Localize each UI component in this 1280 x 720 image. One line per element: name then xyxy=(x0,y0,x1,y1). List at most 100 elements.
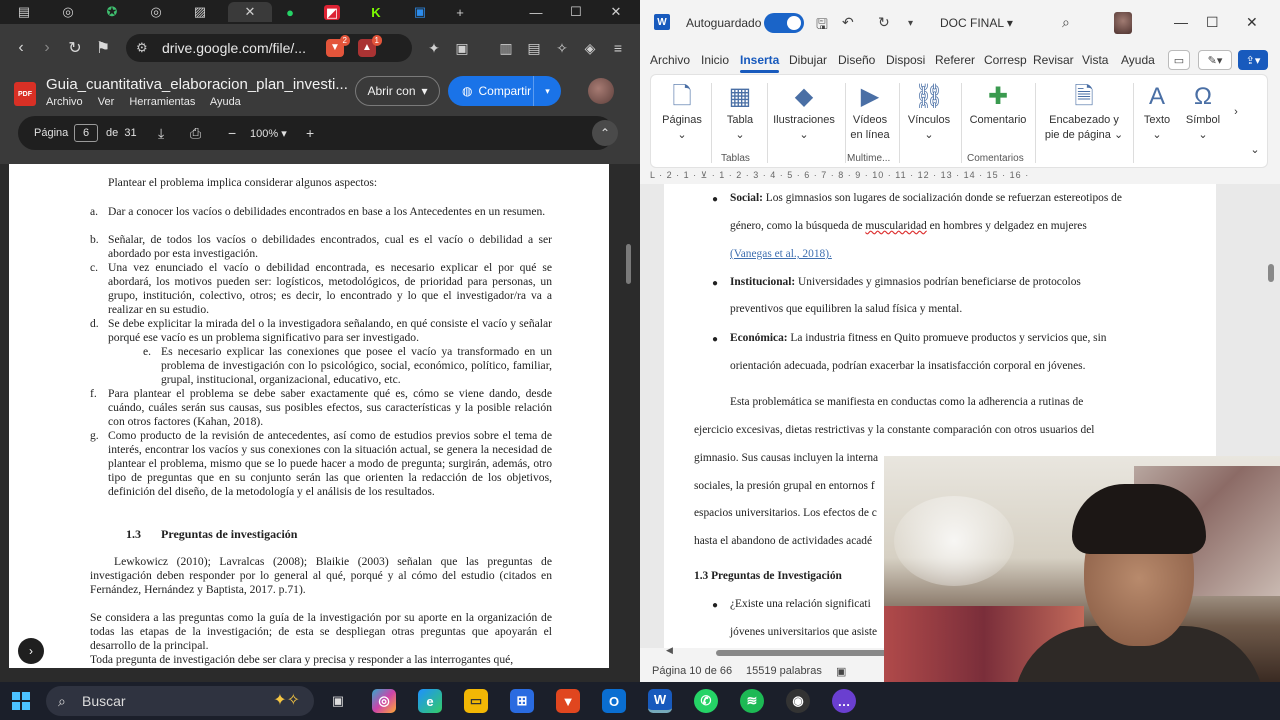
comments-icon[interactable]: ▭ xyxy=(1168,50,1190,70)
edge-icon[interactable]: e xyxy=(418,689,442,713)
windows-start-icon[interactable] xyxy=(12,692,30,710)
reload-icon[interactable]: ↻ xyxy=(64,37,86,59)
close-window-button[interactable]: ✕ xyxy=(1246,14,1258,31)
task-view-icon[interactable]: ▣ xyxy=(326,689,350,713)
address-bar[interactable]: ⚙ drive.google.com/file/... ▼ 2 ▲ 1 xyxy=(126,34,412,62)
rewards-icon[interactable]: ▲ 1 xyxy=(358,35,382,57)
search-icon[interactable]: ⌕ xyxy=(1062,14,1070,31)
user-avatar[interactable] xyxy=(588,78,614,104)
tab-archivo[interactable]: Archivo xyxy=(650,53,690,67)
open-with-button[interactable]: Abrir con ▾ xyxy=(355,76,440,106)
zoom-out-icon[interactable]: − xyxy=(228,125,236,141)
sidebar-icon[interactable]: ▥ xyxy=(496,38,516,58)
links-button[interactable]: ⛓ Vínculos ⌄ xyxy=(903,79,955,143)
tab-icon-1[interactable]: ▤ xyxy=(2,2,46,22)
menu-herramientas[interactable]: Herramientas xyxy=(129,96,195,108)
minimize-button[interactable]: — xyxy=(516,2,556,22)
tab-correspondencia[interactable]: Corresp xyxy=(984,53,1027,67)
page-count[interactable]: Página 10 de 66 xyxy=(652,665,732,677)
tab-disposicion[interactable]: Disposi xyxy=(886,53,925,67)
pdf-content-area[interactable]: Plantear el problema implica considerar … xyxy=(0,164,640,682)
undo-icon[interactable]: ↶ xyxy=(842,14,854,31)
tab-dibujar[interactable]: Dibujar xyxy=(789,53,827,67)
menu-icon[interactable]: ≡ xyxy=(608,38,628,58)
share-dropdown-icon[interactable]: ▾ xyxy=(533,76,561,106)
vertical-scrollbar[interactable] xyxy=(1268,264,1274,282)
tab-ayuda[interactable]: Ayuda xyxy=(1121,53,1155,67)
menu-archivo[interactable]: Archivo xyxy=(46,96,83,108)
tab-diseno[interactable]: Diseño xyxy=(838,53,875,67)
expand-arrow-icon[interactable]: › xyxy=(18,638,44,664)
pdf-scrollbar[interactable] xyxy=(626,244,631,284)
proofing-icon[interactable]: ▣ xyxy=(836,665,846,678)
download-icon[interactable]: ⤓ xyxy=(158,125,164,142)
zoom-in-icon[interactable]: + xyxy=(306,125,314,141)
tab-icon-8[interactable]: ◩ xyxy=(324,5,340,20)
spelling-error[interactable]: muscularidad xyxy=(865,220,926,232)
tab-icon-10[interactable]: ▣ xyxy=(398,2,442,22)
maximize-button[interactable]: ☐ xyxy=(1206,14,1219,31)
forward-icon[interactable]: › xyxy=(36,37,58,59)
share-icon[interactable]: ⇪▾ xyxy=(1238,50,1268,70)
taskbar-search[interactable]: ⌕ Buscar ✦✧ xyxy=(46,686,314,716)
new-tab-button[interactable]: + xyxy=(438,2,482,22)
zoom-level[interactable]: 100% ▾ xyxy=(250,127,287,140)
share-button[interactable]: ◍ Compartir ▾ xyxy=(448,76,561,106)
chat-app-icon[interactable]: … xyxy=(832,689,856,713)
wallet-icon[interactable]: ▤ xyxy=(524,38,544,58)
tab-icon-5[interactable]: ▨ xyxy=(178,2,222,22)
header-footer-button[interactable]: 🗎 Encabezado y pie de página ⌄ xyxy=(1039,79,1129,143)
extensions-icon[interactable]: ✦ xyxy=(424,38,444,58)
site-settings-icon[interactable]: ⚙ xyxy=(136,34,148,62)
tab-inserta[interactable]: Inserta xyxy=(740,53,780,73)
minimize-button[interactable]: — xyxy=(1174,14,1188,30)
editing-mode-icon[interactable]: ✎▾ xyxy=(1198,50,1232,70)
tab-icon-k[interactable]: K xyxy=(354,2,398,22)
brave-shield-icon[interactable]: ▼ 2 xyxy=(326,35,350,57)
ribbon-scroll-right-icon[interactable]: › xyxy=(1229,105,1243,120)
citation-link[interactable]: (Vanegas et al., 2018). xyxy=(730,248,832,260)
horizontal-ruler[interactable]: L · 2 · 1 · ⊻ · 1 · 2 · 3 · 4 · 5 · 6 · … xyxy=(650,170,1268,184)
word-taskbar-icon[interactable]: W xyxy=(648,689,672,713)
whatsapp-icon[interactable]: ✆ xyxy=(694,689,718,713)
menu-ver[interactable]: Ver xyxy=(98,96,115,108)
table-button[interactable]: ▦ Tabla ⌄ xyxy=(717,79,763,143)
brave-icon[interactable]: ▼ xyxy=(556,689,580,713)
vpn-icon[interactable]: ◈ xyxy=(580,38,600,58)
tab-revisar[interactable]: Revisar xyxy=(1033,53,1074,67)
tab-inicio[interactable]: Inicio xyxy=(701,53,729,67)
screenshot-icon[interactable]: ▣ xyxy=(452,38,472,58)
customize-qat-icon[interactable]: ▾ xyxy=(908,18,913,29)
file-explorer-icon[interactable]: ▭ xyxy=(464,689,488,713)
tab-referencias[interactable]: Referer xyxy=(935,53,975,67)
ribbon-expand-icon[interactable]: ⌄ xyxy=(1247,143,1263,158)
tab-icon-4[interactable]: ◎ xyxy=(134,2,178,22)
back-icon[interactable]: ‹ xyxy=(10,37,32,59)
tab-icon-2[interactable]: ◎ xyxy=(46,2,90,22)
bookmark-icon[interactable]: ⚑ xyxy=(92,37,114,59)
tab-close-icon[interactable]: ✕ xyxy=(228,2,272,22)
menu-ayuda[interactable]: Ayuda xyxy=(210,96,241,108)
text-button[interactable]: A Texto ⌄ xyxy=(1137,79,1177,143)
comment-button[interactable]: ✚ Comentario xyxy=(965,79,1031,128)
tab-vista[interactable]: Vista xyxy=(1082,53,1108,67)
close-window-button[interactable]: ✕ xyxy=(596,2,636,22)
autosave-toggle[interactable] xyxy=(764,13,804,33)
collapse-toolbar-icon[interactable]: ⌃ xyxy=(592,120,618,146)
spotify-icon[interactable]: ≋ xyxy=(740,689,764,713)
symbols-button[interactable]: Ω Símbol ⌄ xyxy=(1183,79,1223,143)
obs-icon[interactable]: ◉ xyxy=(786,689,810,713)
whatsapp-tab-icon[interactable]: ● xyxy=(268,2,312,22)
redo-icon[interactable]: ↻ xyxy=(878,14,890,31)
print-icon[interactable]: ⎙ xyxy=(190,125,201,142)
word-count[interactable]: 15519 palabras xyxy=(746,665,822,677)
online-video-button[interactable]: ▶ Vídeos en línea xyxy=(849,79,891,143)
tab-icon-3[interactable]: ✪ xyxy=(90,2,134,22)
document-name[interactable]: DOC FINAL ▾ xyxy=(940,16,1013,30)
store-icon[interactable]: ⊞ xyxy=(510,689,534,713)
leo-ai-icon[interactable]: ✧ xyxy=(552,38,572,58)
copilot-icon[interactable]: ◎ xyxy=(372,689,396,713)
outlook-icon[interactable]: O xyxy=(602,689,626,713)
illustrations-button[interactable]: ◆ Ilustraciones ⌄ xyxy=(769,79,839,143)
save-icon[interactable]: 🖫 xyxy=(816,14,828,38)
